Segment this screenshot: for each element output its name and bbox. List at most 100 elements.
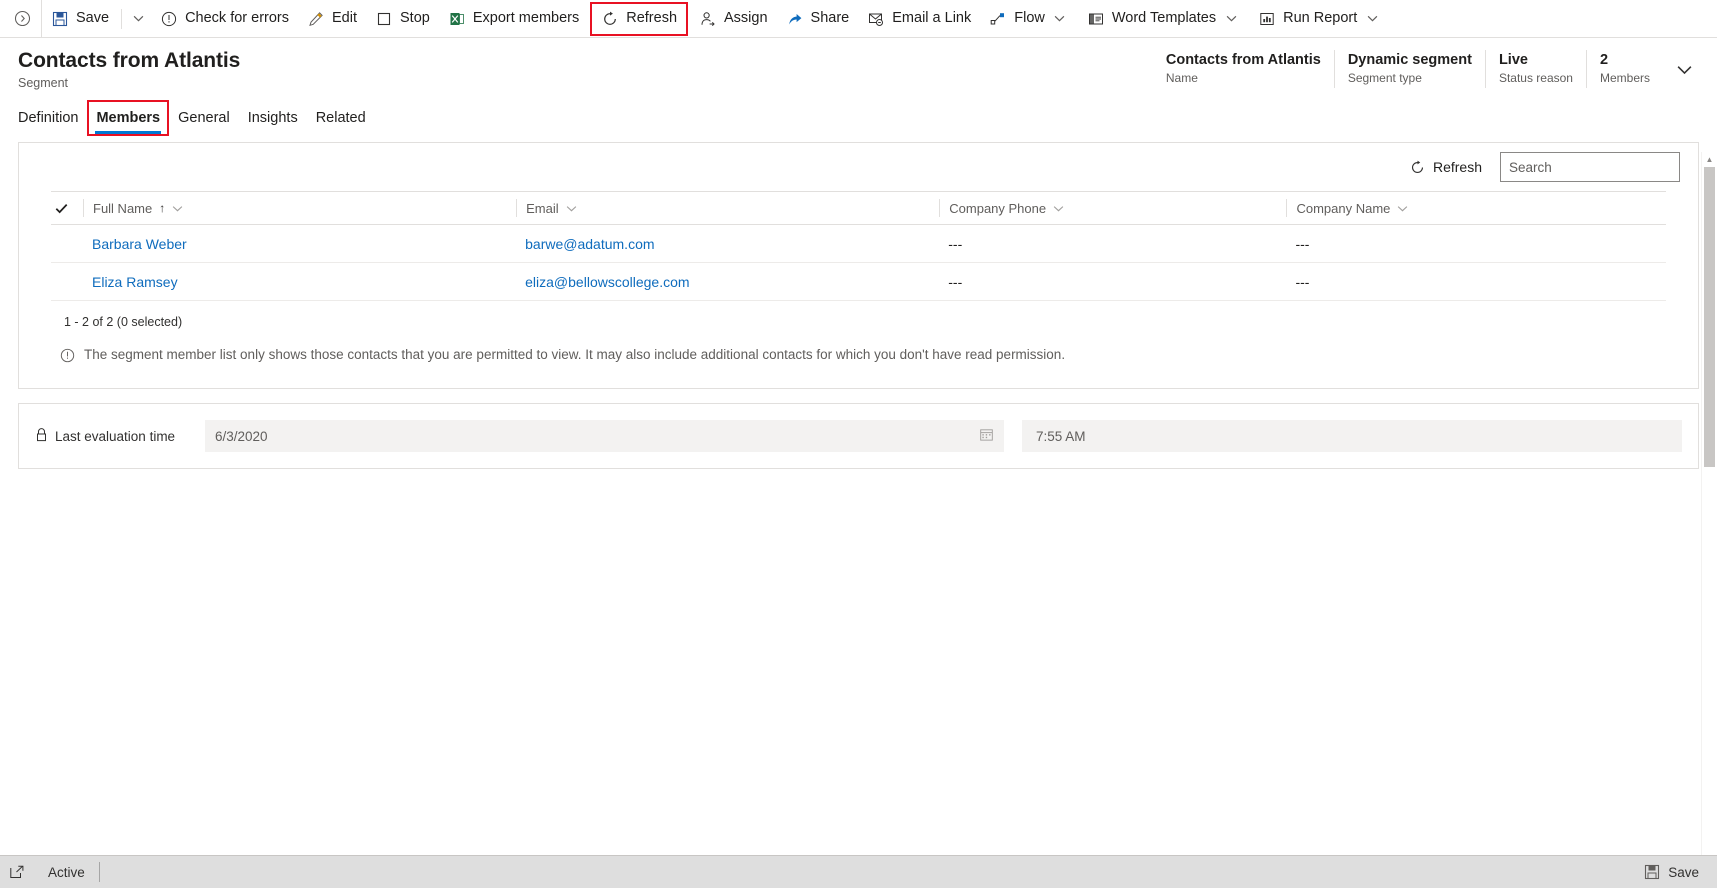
contact-link[interactable]: Eliza Ramsey <box>92 274 178 290</box>
column-header-full-name-label: Full Name <box>93 200 153 216</box>
cell-company-phone: --- <box>939 262 1287 301</box>
search-box <box>1500 152 1715 182</box>
flow-button[interactable]: Flow <box>980 0 1078 37</box>
status-bar-save-button[interactable]: Save <box>1633 856 1717 889</box>
tab-general-label: General <box>178 110 230 126</box>
contact-link[interactable]: Barbara Weber <box>92 236 187 252</box>
header-expand-button[interactable] <box>1667 50 1701 88</box>
toolbar-divider <box>121 8 123 29</box>
cell-full-name[interactable]: Eliza Ramsey <box>83 262 517 301</box>
permission-notice: The segment member list only shows those… <box>19 343 1698 388</box>
row-select-cell[interactable] <box>51 262 83 301</box>
cell-email[interactable]: eliza@bellowscollege.com <box>516 262 940 301</box>
assign-person-icon <box>699 10 717 28</box>
record-header: Contacts from Atlantis Segment Contacts … <box>0 38 1717 96</box>
tab-insights[interactable]: Insights <box>239 100 307 136</box>
cell-company-name: --- <box>1286 262 1666 301</box>
tab-definition-label: Definition <box>18 110 79 126</box>
save-label: Save <box>76 10 110 27</box>
tab-insights-label: Insights <box>247 110 298 126</box>
header-field-status-reason-label: Status reason <box>1498 71 1573 85</box>
calendar-icon[interactable] <box>979 427 994 445</box>
last-evaluation-time-label-group: Last evaluation time <box>35 427 205 445</box>
tab-definition[interactable]: Definition <box>18 100 87 136</box>
expand-command-bar-button[interactable] <box>4 0 42 37</box>
grid-refresh-button[interactable]: Refresh <box>1405 154 1486 180</box>
pencil-icon <box>307 10 325 28</box>
vertical-scrollbar[interactable]: ▲ <box>1701 152 1717 855</box>
save-button[interactable]: Save <box>42 0 118 37</box>
save-icon <box>1643 863 1661 881</box>
scroll-thumb[interactable] <box>1704 167 1715 467</box>
stop-button[interactable]: Stop <box>366 0 439 37</box>
page-title: Contacts from Atlantis <box>18 49 241 72</box>
header-field-members-value: 2 <box>1599 52 1609 68</box>
main-content: Refresh Search Full Name ↑ Email Company… <box>0 136 1717 469</box>
refresh-icon <box>601 10 619 28</box>
tab-related[interactable]: Related <box>307 100 375 136</box>
search-input[interactable] <box>1501 159 1694 175</box>
row-select-cell[interactable] <box>51 224 83 263</box>
column-header-full-name[interactable]: Full Name ↑ <box>83 191 517 225</box>
cell-company-name: --- <box>1286 224 1666 263</box>
column-header-company-name-label: Company Name <box>1296 200 1391 216</box>
popout-window-button[interactable] <box>0 856 34 889</box>
refresh-icon <box>1409 158 1427 176</box>
last-evaluation-date-value: 6/3/2020 <box>215 428 268 444</box>
assign-label: Assign <box>724 10 768 27</box>
cell-full-name[interactable]: Barbara Weber <box>83 224 517 263</box>
scroll-up-button[interactable]: ▲ <box>1702 152 1717 167</box>
chevron-down-icon[interactable] <box>172 203 183 214</box>
email-link[interactable]: eliza@bellowscollege.com <box>525 274 689 290</box>
chevron-down-icon[interactable] <box>1397 203 1408 214</box>
run-report-chevron-down-icon[interactable] <box>1363 0 1381 37</box>
refresh-button[interactable]: Refresh <box>592 0 686 37</box>
column-header-company-phone-label: Company Phone <box>949 200 1047 216</box>
members-table: Full Name ↑ Email Company Phone Company … <box>51 191 1666 301</box>
email-link[interactable]: barwe@adatum.com <box>525 236 654 252</box>
status-bar-divider <box>98 862 100 882</box>
chevron-down-icon[interactable] <box>566 203 577 214</box>
header-field-name: Contacts from Atlantis Name <box>1153 50 1334 88</box>
save-dropdown-button[interactable] <box>125 0 151 37</box>
command-bar: Save Check for errors Edit Stop Export m… <box>0 0 1717 38</box>
tab-related-label: Related <box>315 110 366 126</box>
column-header-company-phone[interactable]: Company Phone <box>939 191 1287 225</box>
select-all-header[interactable] <box>51 191 83 225</box>
column-header-company-name[interactable]: Company Name <box>1286 191 1666 225</box>
tab-members-label: Members <box>96 110 161 126</box>
column-header-email[interactable]: Email <box>516 191 940 225</box>
last-evaluation-time-label: Last evaluation time <box>55 428 176 444</box>
table-row[interactable]: Eliza Ramsey eliza@bellowscollege.com --… <box>51 262 1666 301</box>
chevron-circle-right-icon <box>14 10 31 27</box>
last-evaluation-time-section: Last evaluation time 6/3/2020 7:55 AM <box>18 403 1699 469</box>
assign-button[interactable]: Assign <box>690 0 777 37</box>
sort-ascending-icon: ↑ <box>159 201 166 215</box>
check-for-errors-button[interactable]: Check for errors <box>151 0 298 37</box>
export-members-button[interactable]: Export members <box>439 0 588 37</box>
flow-chevron-down-icon[interactable] <box>1051 0 1069 37</box>
chevron-down-icon <box>1677 65 1691 74</box>
save-icon <box>51 10 69 28</box>
status-text: Active <box>48 864 85 880</box>
refresh-button-highlight: Refresh <box>590 0 689 37</box>
edit-button[interactable]: Edit <box>298 0 366 37</box>
word-templates-label: Word Templates <box>1111 10 1217 27</box>
table-row[interactable]: Barbara Weber barwe@adatum.com --- --- <box>51 224 1666 263</box>
email-link-icon <box>867 10 885 28</box>
chevron-down-icon[interactable] <box>1053 203 1064 214</box>
checkmark-icon[interactable] <box>51 198 71 218</box>
last-evaluation-time-field[interactable]: 7:55 AM <box>1022 420 1682 452</box>
tab-general[interactable]: General <box>169 100 239 136</box>
word-templates-button[interactable]: Word Templates <box>1078 0 1249 37</box>
flow-label: Flow <box>1014 10 1045 27</box>
header-field-segment-type-value: Dynamic segment <box>1347 52 1472 68</box>
email-a-link-button[interactable]: Email a Link <box>858 0 980 37</box>
word-templates-chevron-down-icon[interactable] <box>1222 0 1240 37</box>
share-button[interactable]: Share <box>777 0 859 37</box>
run-report-button[interactable]: Run Report <box>1249 0 1390 37</box>
last-evaluation-date-field[interactable]: 6/3/2020 <box>205 420 1004 452</box>
tab-members[interactable]: Members <box>87 100 170 136</box>
header-field-members: 2 Members <box>1585 50 1663 88</box>
cell-email[interactable]: barwe@adatum.com <box>516 224 940 263</box>
